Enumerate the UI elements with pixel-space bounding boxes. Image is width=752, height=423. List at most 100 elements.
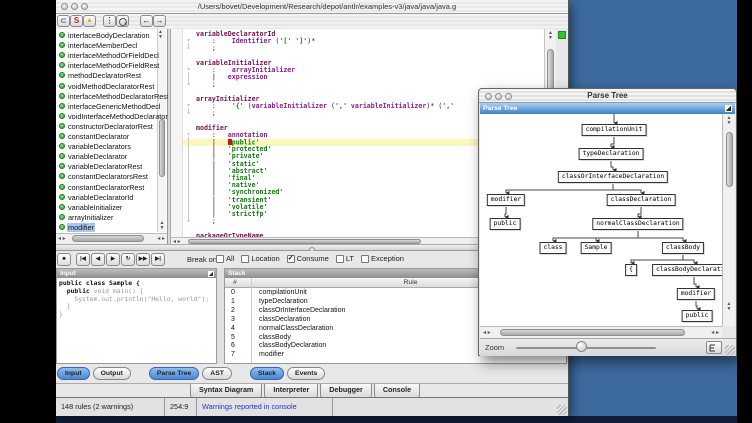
- tree-node-brace[interactable]: {: [625, 264, 637, 276]
- tree-node-classOrInterfaceDeclaration[interactable]: classOrInterfaceDeclaration: [558, 171, 668, 183]
- zoom-slider[interactable]: [576, 341, 587, 352]
- go-to-end-button[interactable]: ▶|: [151, 253, 165, 266]
- stop-button[interactable]: ■: [57, 253, 71, 266]
- tree-node-modifier[interactable]: modifier: [677, 288, 715, 300]
- sidebar-item-variableDeclarator[interactable]: variableDeclarator: [58, 152, 166, 162]
- checkbox-icon[interactable]: [241, 255, 249, 263]
- panel-splitter[interactable]: [217, 268, 224, 364]
- tree-node-class[interactable]: class: [540, 242, 567, 254]
- close-window-icon[interactable]: [485, 93, 492, 100]
- sidebar-hscroll-thumb[interactable]: [72, 235, 144, 242]
- detach-panel-icon[interactable]: [208, 271, 214, 277]
- main-window-titlebar[interactable]: /Users/bovet/Development/Research/depot/…: [56, 0, 568, 14]
- step-backward-button[interactable]: ◀: [91, 253, 105, 266]
- toggle-output[interactable]: Output: [93, 367, 131, 380]
- scroll-up-icon[interactable]: ▲▼: [723, 116, 735, 126]
- toggle-parse-tree[interactable]: Parse Tree: [149, 367, 199, 380]
- checkbox-icon[interactable]: [216, 255, 224, 263]
- sidebar-item-interfaceMethodOrFieldRest[interactable]: interfaceMethodOrFieldRest: [58, 61, 166, 71]
- tree-node-modifier[interactable]: modifier: [487, 194, 525, 206]
- editor-line[interactable]: ▵ ;: [171, 45, 556, 52]
- parse-tree-vertical-scrollbar[interactable]: ▲▼ ▲▼: [722, 114, 735, 326]
- sidebar-item-voidInterfaceMethodDeclaratorRest[interactable]: voidInterfaceMethodDeclaratorRest: [58, 112, 166, 122]
- tree-layout-button[interactable]: [706, 341, 722, 354]
- go-to-start-button[interactable]: |◀: [76, 253, 90, 266]
- sidebar-item-interfaceBodyDeclaration[interactable]: interfaceBodyDeclaration: [58, 31, 166, 41]
- scroll-right-icon[interactable]: ◂ ▸: [157, 235, 165, 242]
- breakon-exception-checkbox[interactable]: Exception: [361, 254, 404, 263]
- sidebar-item-constantDeclaratorsRest[interactable]: constantDeclaratorsRest: [58, 172, 166, 182]
- zoom-window-icon[interactable]: [505, 93, 512, 100]
- minimize-window-icon[interactable]: [495, 93, 502, 100]
- grammar-icon[interactable]: ⊂: [57, 15, 70, 27]
- sidebar-item-interfaceMethodDeclaratorRest[interactable]: interfaceMethodDeclaratorRest: [58, 92, 166, 102]
- sidebar-item-interfaceMemberDecl[interactable]: interfaceMemberDecl: [58, 41, 166, 51]
- close-window-icon[interactable]: [61, 3, 68, 10]
- sidebar-item-interfaceGenericMethodDecl[interactable]: interfaceGenericMethodDecl: [58, 102, 166, 112]
- toggle-events[interactable]: Events: [287, 367, 325, 380]
- toggle-ast[interactable]: AST: [202, 367, 232, 380]
- syntax-coloring-icon[interactable]: S: [70, 15, 83, 27]
- breakon-all-checkbox[interactable]: All: [216, 254, 234, 263]
- sidebar-item-methodDeclaratorRest[interactable]: methodDeclaratorRest: [58, 71, 166, 81]
- tree-node-classBodyDeclaration[interactable]: classBodyDeclaration: [652, 264, 722, 276]
- parse-tree-hscroll-thumb[interactable]: [500, 329, 685, 336]
- sidebar-item-voidMethodDeclaratorRest[interactable]: voidMethodDeclaratorRest: [58, 82, 166, 92]
- window-resize-grip[interactable]: [557, 405, 567, 415]
- breakon-consume-checkbox[interactable]: ✓Consume: [287, 254, 329, 263]
- fast-forward-button[interactable]: ▶▶: [136, 253, 150, 266]
- sidebar-item-constantDeclarator[interactable]: constantDeclarator: [58, 132, 166, 142]
- parse-tree-horizontal-scrollbar[interactable]: ◂ ▸ ◂ ▸: [480, 326, 722, 338]
- toggle-stack[interactable]: Stack: [250, 367, 284, 380]
- scroll-left-icon[interactable]: ◂ ▸: [483, 329, 491, 336]
- status-message[interactable]: Warnings reported in console: [197, 398, 333, 416]
- toggle-input[interactable]: Input: [57, 367, 90, 380]
- step-forward-button[interactable]: ▶: [106, 253, 120, 266]
- sidebar-item-variableDeclaratorId[interactable]: variableDeclaratorId: [58, 193, 166, 203]
- tab-debugger[interactable]: Debugger: [320, 384, 372, 398]
- parse-tree-canvas[interactable]: compilationUnit typeDeclaration classOrInt…: [480, 114, 722, 326]
- tree-node-public[interactable]: public: [490, 218, 521, 230]
- tree-node-classDeclaration[interactable]: classDeclaration: [607, 194, 676, 206]
- breakon-lt-checkbox[interactable]: LT: [336, 254, 354, 263]
- find-icon[interactable]: [116, 15, 129, 27]
- sidebar-item-variableDeclarators[interactable]: variableDeclarators: [58, 142, 166, 152]
- tab-syntax-diagram[interactable]: Syntax Diagram: [190, 384, 262, 398]
- scroll-right-icon[interactable]: ◂ ▸: [711, 329, 719, 336]
- scroll-left-icon[interactable]: ◂ ▸: [58, 235, 66, 242]
- tree-node-classBody[interactable]: classBody: [662, 242, 704, 254]
- parse-tree-vscroll-thumb[interactable]: [726, 132, 733, 187]
- back-icon[interactable]: ←: [140, 15, 153, 27]
- sidebar-item-variableInitializer[interactable]: variableInitializer: [58, 203, 166, 213]
- tree-node-typeDeclaration[interactable]: typeDeclaration: [579, 148, 644, 160]
- attach-panel-icon[interactable]: [725, 105, 732, 112]
- tree-node-normalClassDeclaration[interactable]: normalClassDeclaration: [592, 218, 683, 230]
- tab-interpreter[interactable]: Interpreter: [264, 384, 318, 398]
- sidebar-item-constructorDeclaratorRest[interactable]: constructorDeclaratorRest: [58, 122, 166, 132]
- sidebar-item-modifier[interactable]: modifier: [58, 223, 166, 233]
- editor-hscroll-thumb[interactable]: [188, 239, 421, 244]
- tab-console[interactable]: Console: [374, 384, 420, 398]
- tree-node-Sample[interactable]: Sample: [581, 242, 612, 254]
- checkbox-icon[interactable]: [361, 255, 369, 263]
- forward-icon[interactable]: →: [153, 15, 166, 27]
- editor-line[interactable]: | expression: [171, 74, 556, 81]
- scroll-up-icon[interactable]: ▲▼: [545, 31, 556, 41]
- checkbox-icon[interactable]: [336, 255, 344, 263]
- zoom-window-icon[interactable]: [81, 3, 88, 10]
- scroll-down-icon[interactable]: ▲▼: [727, 302, 732, 312]
- sidebar-item-variableDeclaratorRest[interactable]: variableDeclaratorRest: [58, 162, 166, 172]
- sidebar-item-constantDeclaratorRest[interactable]: constantDeclaratorRest: [58, 183, 166, 193]
- sidebar-item-interfaceMethodOrFieldDecl[interactable]: interfaceMethodOrFieldDecl: [58, 51, 166, 61]
- editor-line[interactable]: ▿ : Identifier ('[' ']')*: [171, 38, 556, 45]
- ideas-icon[interactable]: ⋮: [103, 15, 116, 27]
- sidebar-item-arrayInitializer[interactable]: arrayInitializer: [58, 213, 166, 223]
- breakon-location-checkbox[interactable]: Location: [241, 254, 279, 263]
- window-resize-grip[interactable]: [725, 345, 735, 355]
- parse-tree-titlebar[interactable]: Parse Tree: [479, 89, 736, 103]
- tree-node-public[interactable]: public: [682, 310, 713, 322]
- tree-node-compilationUnit[interactable]: compilationUnit: [582, 124, 647, 136]
- minimize-window-icon[interactable]: [71, 3, 78, 10]
- step-over-button[interactable]: ↻: [121, 253, 135, 266]
- warning-icon[interactable]: ▲: [83, 15, 96, 27]
